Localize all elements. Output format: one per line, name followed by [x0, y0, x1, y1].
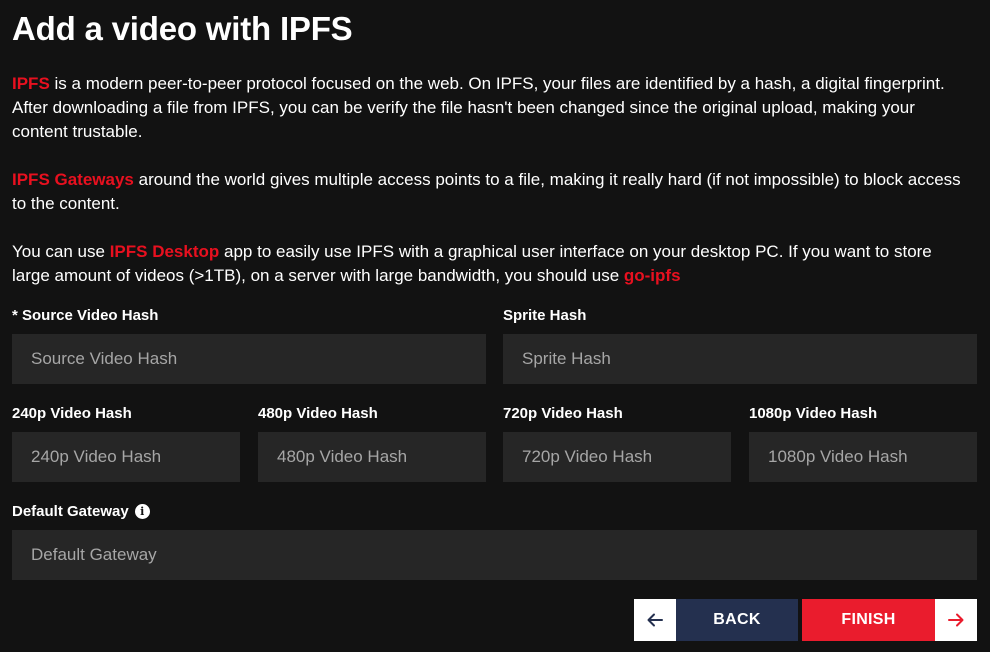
sprite-hash-label: Sprite Hash — [503, 307, 586, 324]
intro-paragraph-ipfs: IPFS is a modern peer-to-peer protocol f… — [12, 72, 972, 144]
1080p-video-hash-label-text: 1080p Video Hash — [749, 405, 878, 422]
intro-paragraph-desktop-text-before: You can use — [12, 242, 110, 261]
1080p-video-hash-label: 1080p Video Hash — [749, 405, 877, 422]
finish-button[interactable]: FINISH — [802, 599, 977, 641]
go-ipfs-link[interactable]: go-ipfs — [624, 266, 681, 285]
source-video-hash-input[interactable] — [12, 334, 486, 384]
arrow-left-icon[interactable] — [634, 599, 676, 641]
720p-video-hash-label: 720p Video Hash — [503, 405, 623, 422]
sprite-hash-label-text: Sprite Hash — [503, 307, 587, 324]
sprite-hash-input[interactable] — [503, 334, 977, 384]
default-gateway-label: Default Gateway i — [12, 503, 150, 520]
240p-video-hash-label-text: 240p Video Hash — [12, 405, 132, 422]
default-gateway-label-text: Default Gateway — [12, 503, 129, 520]
ipfs-desktop-link[interactable]: IPFS Desktop — [110, 242, 220, 261]
source-video-hash-label: * Source Video Hash — [12, 307, 158, 324]
240p-video-hash-label: 240p Video Hash — [12, 405, 132, 422]
720p-video-hash-input[interactable] — [503, 432, 731, 482]
480p-video-hash-label-text: 480p Video Hash — [258, 405, 378, 422]
default-gateway-input[interactable] — [12, 530, 977, 580]
ipfs-gateways-link[interactable]: IPFS Gateways — [12, 170, 134, 189]
480p-video-hash-input[interactable] — [258, 432, 486, 482]
480p-video-hash-label: 480p Video Hash — [258, 405, 378, 422]
arrow-right-icon[interactable] — [935, 599, 977, 641]
intro-paragraph-ipfs-text: is a modern peer-to-peer protocol focuse… — [12, 74, 945, 141]
source-video-hash-label-text: * Source Video Hash — [12, 307, 159, 324]
intro-paragraph-gateways: IPFS Gateways around the world gives mul… — [12, 168, 972, 216]
1080p-video-hash-input[interactable] — [749, 432, 977, 482]
back-button-label[interactable]: BACK — [676, 599, 798, 641]
info-circle-icon[interactable]: i — [134, 504, 150, 519]
finish-button-label[interactable]: FINISH — [802, 599, 935, 641]
720p-video-hash-label-text: 720p Video Hash — [503, 405, 623, 422]
page-title: Add a video with IPFS — [12, 10, 353, 47]
ipfs-link[interactable]: IPFS — [12, 74, 50, 93]
intro-paragraph-gateways-text: around the world gives multiple access p… — [12, 170, 961, 213]
back-button[interactable]: BACK — [634, 599, 798, 641]
intro-paragraph-desktop: You can use IPFS Desktop app to easily u… — [12, 240, 972, 288]
240p-video-hash-input[interactable] — [12, 432, 240, 482]
